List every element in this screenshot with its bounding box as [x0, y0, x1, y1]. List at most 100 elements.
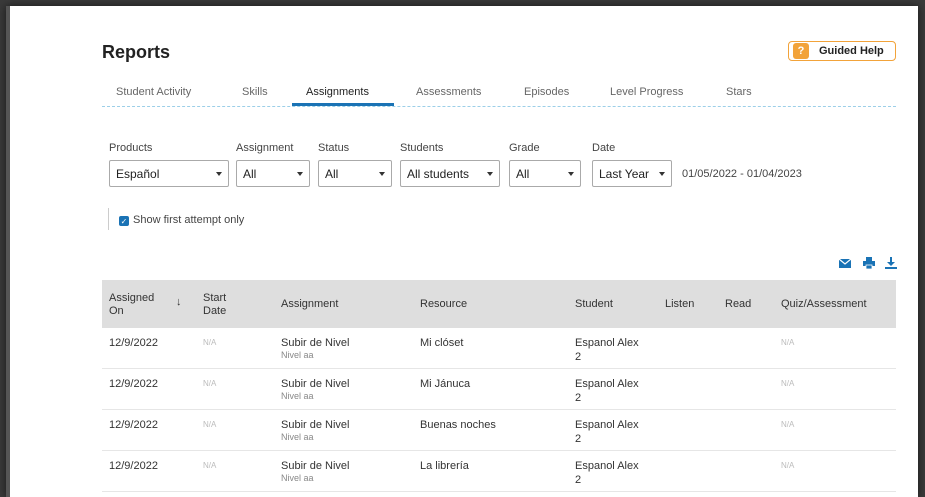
active-tab-indicator: [292, 103, 394, 106]
header-student: Student: [575, 298, 613, 310]
grade-value: All: [516, 166, 530, 181]
chevron-down-icon: [568, 172, 574, 176]
assignment-select[interactable]: All: [236, 160, 310, 187]
tab-assessments[interactable]: Assessments: [416, 86, 481, 98]
cell-start-date: N/A: [203, 461, 217, 470]
table-row: 12/9/2022 N/A Subir de Nivel Nivel aa Mi …: [102, 328, 896, 369]
chevron-down-icon: [659, 172, 665, 176]
chevron-down-icon: [216, 172, 222, 176]
cell-assignment: Subir de Nivel Nivel aa: [281, 377, 349, 402]
date-range-text: 01/05/2022 - 01/04/2023: [682, 168, 802, 180]
tab-student-activity[interactable]: Student Activity: [116, 86, 191, 98]
student-name: Espanol Alex: [575, 337, 639, 349]
date-value: Last Year: [599, 166, 650, 181]
grade-select[interactable]: All: [509, 160, 581, 187]
cell-start-date: N/A: [203, 420, 217, 429]
student-number: 2: [575, 474, 582, 486]
assignment-level: Nivel aa: [281, 350, 314, 360]
chevron-down-icon: [297, 172, 303, 176]
question-icon: ?: [793, 43, 809, 59]
products-value: Español: [116, 166, 160, 181]
tab-episodes[interactable]: Episodes: [524, 86, 569, 98]
products-label: Products: [109, 142, 153, 154]
header-read: Read: [725, 298, 752, 310]
assignment-name: Subir de Nivel: [281, 378, 350, 390]
cell-resource: Mi Jánuca: [420, 378, 471, 390]
download-icon[interactable]: [884, 256, 898, 270]
date-label: Date: [592, 142, 616, 154]
student-number: 2: [575, 351, 582, 363]
header-quiz-assessment: Quiz/Assessment: [781, 298, 867, 310]
cell-assignment: Subir de Nivel Nivel aa: [281, 459, 349, 484]
cell-assigned-on: 12/9/2022: [109, 419, 158, 431]
chevron-down-icon: [379, 172, 385, 176]
cell-quiz: N/A: [781, 338, 795, 347]
reports-window: Reports ? Guided Help Student Activity S…: [6, 6, 918, 497]
assignment-name: Subir de Nivel: [281, 337, 350, 349]
guided-help-button[interactable]: ? Guided Help: [788, 41, 896, 61]
cell-start-date: N/A: [203, 379, 217, 388]
status-select[interactable]: All: [318, 160, 392, 187]
assignment-level: Nivel aa: [281, 391, 314, 401]
cell-assigned-on: 12/9/2022: [109, 460, 158, 472]
student-name: Espanol Alex: [575, 419, 639, 431]
first-attempt-label: Show first attempt only: [133, 214, 245, 226]
status-value: All: [325, 166, 339, 181]
divider: [108, 208, 109, 230]
student-name: Espanol Alex: [575, 460, 639, 472]
table-row: 12/9/2022 N/A Subir de Nivel Nivel aa La …: [102, 451, 896, 492]
table-row: 12/9/2022 N/A Subir de Nivel Nivel aa Bue…: [102, 410, 896, 451]
tab-level-progress[interactable]: Level Progress: [610, 86, 683, 98]
assignment-value: All: [243, 166, 257, 181]
tab-stars[interactable]: Stars: [726, 86, 752, 98]
assignment-level: Nivel aa: [281, 473, 314, 483]
cell-student: Espanol Alex 2: [575, 418, 639, 446]
page-title: Reports: [102, 42, 171, 62]
cell-resource: La librería: [420, 460, 469, 472]
cell-student: Espanol Alex 2: [575, 377, 639, 405]
status-label: Status: [318, 142, 350, 154]
cell-assigned-on: 12/9/2022: [109, 337, 158, 349]
header-assigned-on[interactable]: Assigned On: [109, 292, 159, 318]
student-number: 2: [575, 433, 582, 445]
cell-quiz: N/A: [781, 379, 795, 388]
students-value: All students: [407, 166, 470, 181]
cell-assigned-on: 12/9/2022: [109, 378, 158, 390]
student-number: 2: [575, 392, 582, 404]
header-resource: Resource: [420, 298, 468, 310]
cell-assignment: Subir de Nivel Nivel aa: [281, 336, 349, 361]
assignment-name: Subir de Nivel: [281, 460, 350, 472]
guided-help-label: Guided Help: [819, 45, 884, 57]
table-header: Assigned On ↓ Start Date Assignment Reso…: [102, 280, 896, 328]
cell-resource: Buenas noches: [420, 419, 496, 431]
assignment-level: Nivel aa: [281, 432, 314, 442]
window-left-border: [6, 6, 10, 497]
print-icon[interactable]: [862, 256, 876, 270]
tab-skills[interactable]: Skills: [242, 86, 268, 98]
sort-down-icon[interactable]: ↓: [176, 296, 182, 309]
first-attempt-checkbox[interactable]: ✓: [119, 216, 129, 226]
cell-student: Espanol Alex 2: [575, 336, 639, 364]
tab-assignments[interactable]: Assignments: [306, 86, 369, 98]
cell-assignment: Subir de Nivel Nivel aa: [281, 418, 349, 443]
cell-student: Espanol Alex 2: [575, 459, 639, 487]
header-assignment: Assignment: [281, 298, 339, 310]
cell-quiz: N/A: [781, 461, 795, 470]
cell-quiz: N/A: [781, 420, 795, 429]
header-start-date: Start Date: [203, 292, 227, 317]
assignment-name: Subir de Nivel: [281, 419, 350, 431]
email-icon[interactable]: [838, 256, 852, 270]
students-label: Students: [400, 142, 444, 154]
table-row: 12/9/2022 N/A Subir de Nivel Nivel aa Mi …: [102, 369, 896, 410]
cell-resource: Mi clóset: [420, 337, 464, 349]
assignment-label: Assignment: [236, 142, 294, 154]
chevron-down-icon: [487, 172, 493, 176]
date-select[interactable]: Last Year: [592, 160, 672, 187]
header-listen: Listen: [665, 298, 695, 310]
students-select[interactable]: All students: [400, 160, 500, 187]
cell-start-date: N/A: [203, 338, 217, 347]
grade-label: Grade: [509, 142, 540, 154]
products-select[interactable]: Español: [109, 160, 229, 187]
student-name: Espanol Alex: [575, 378, 639, 390]
report-tabs: Student Activity Skills Assignments Asse…: [102, 84, 896, 107]
